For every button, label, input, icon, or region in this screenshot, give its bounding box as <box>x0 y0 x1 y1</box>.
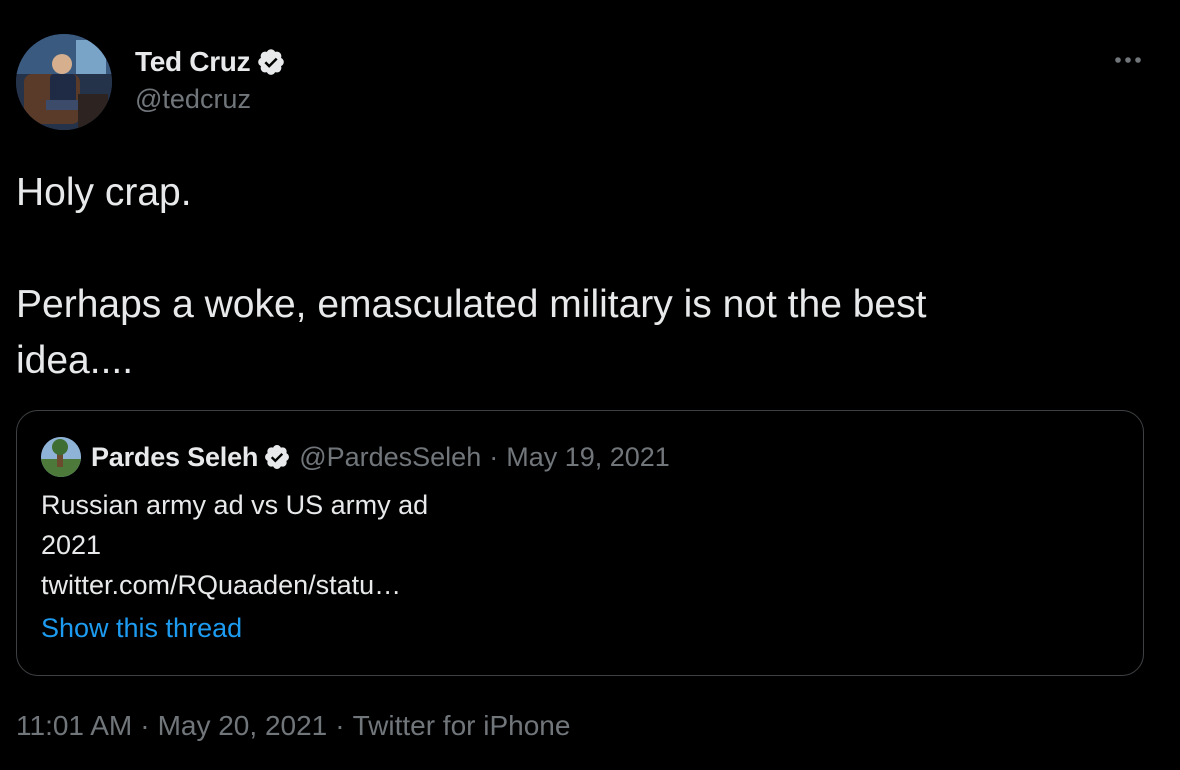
quoted-author-avatar[interactable] <box>41 437 81 477</box>
tweet-text: Holy crap. Perhaps a woke, emasculated m… <box>16 165 1136 389</box>
footer-separator: · <box>335 710 345 741</box>
quoted-tweet-header: Pardes Seleh @PardesSeleh · May 19, 2021 <box>41 437 670 477</box>
more-horizontal-icon <box>1115 57 1141 63</box>
quoted-text-line: Russian army ad vs US army ad <box>41 490 429 520</box>
quoted-text-line: 2021 <box>41 530 102 560</box>
quoted-separator: · <box>489 441 499 472</box>
more-options-button[interactable] <box>1108 44 1148 76</box>
tweet-source[interactable]: Twitter for iPhone <box>353 710 571 741</box>
author-avatar[interactable] <box>16 34 112 130</box>
tweet-text-spacer <box>16 221 1136 277</box>
verified-badge-icon <box>258 49 285 75</box>
verified-badge-icon <box>265 445 290 469</box>
tweet-card: Ted Cruz @tedcruz Holy crap. Perhaps a w… <box>0 0 1180 770</box>
author-name-row: Ted Cruz <box>135 44 286 80</box>
quoted-tweet[interactable]: Pardes Seleh @PardesSeleh · May 19, 2021… <box>16 410 1144 676</box>
tweet-text-line: Perhaps a woke, emasculated military is … <box>16 283 927 326</box>
quoted-author-name[interactable]: Pardes Seleh <box>91 442 258 473</box>
show-this-thread-link[interactable]: Show this thread <box>41 613 242 644</box>
tweet-time[interactable]: 11:01 AM <box>16 710 132 741</box>
tweet-text-line: idea.... <box>16 339 134 382</box>
quoted-text-link[interactable]: twitter.com/RQuaaden/statu… <box>41 565 428 605</box>
author-handle[interactable]: @tedcruz <box>135 84 251 115</box>
footer-separator: · <box>140 710 150 741</box>
tweet-text-line: Holy crap. <box>16 171 192 214</box>
quoted-author-handle[interactable]: @PardesSeleh <box>299 442 481 473</box>
quoted-date[interactable]: May 19, 2021 <box>506 442 670 473</box>
tweet-date[interactable]: May 20, 2021 <box>158 710 328 741</box>
tweet-metadata: 11:01 AM · May 20, 2021 · Twitter for iPhone <box>16 710 570 742</box>
quoted-tweet-text: Russian army ad vs US army ad 2021 twitt… <box>41 485 428 605</box>
author-name[interactable]: Ted Cruz <box>135 46 251 78</box>
